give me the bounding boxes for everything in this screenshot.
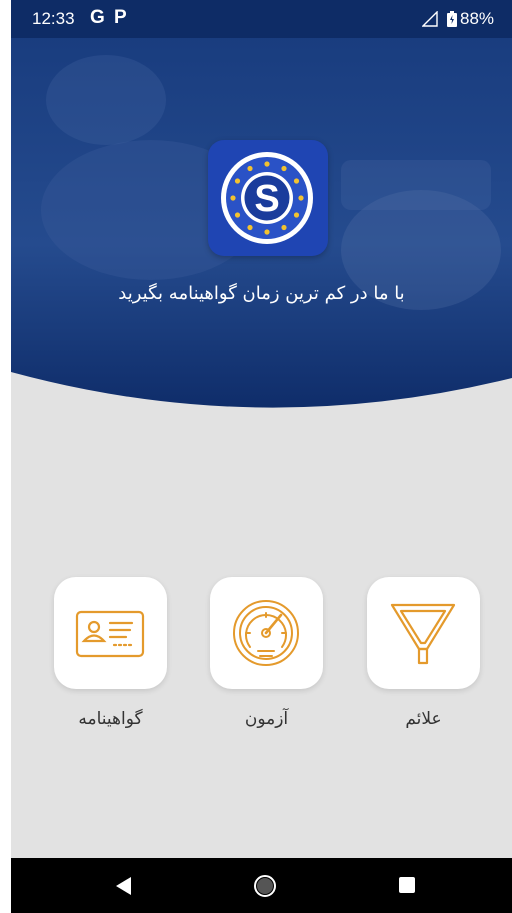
hero-header: S با ما در کم ترین زمان گواهینامه بگیرید xyxy=(11,0,512,420)
exam-tile[interactable] xyxy=(210,577,323,689)
license-label[interactable]: گواهینامه xyxy=(54,709,167,729)
exam-label[interactable]: آزمون xyxy=(210,709,323,729)
license-card-icon xyxy=(75,610,145,658)
signs-tile[interactable] xyxy=(367,577,480,689)
logo-emblem-icon: S xyxy=(221,152,313,244)
battery-icon xyxy=(447,11,457,27)
battery-percent: 88% xyxy=(460,9,495,28)
recent-apps-icon[interactable] xyxy=(399,877,415,893)
home-icon[interactable] xyxy=(254,875,276,897)
google-icon: G xyxy=(90,7,105,28)
status-time: 12:33 xyxy=(32,9,75,28)
license-tile[interactable] xyxy=(54,577,167,689)
speedometer-icon xyxy=(233,600,299,666)
logo-letter: S xyxy=(254,178,279,220)
notification-p-icon: P xyxy=(114,7,127,28)
back-icon[interactable] xyxy=(115,876,133,896)
tagline-text: با ما در کم ترین زمان گواهینامه بگیرید xyxy=(118,283,405,304)
app-screen: 12:33 G P 88% S با ما در کم ترین زمان گو… xyxy=(11,0,512,913)
navigation-bar xyxy=(11,858,512,913)
status-bar: 12:33 G P 88% xyxy=(11,0,512,38)
app-logo: S xyxy=(208,140,328,256)
yield-sign-icon xyxy=(390,603,456,665)
signal-icon xyxy=(422,11,438,27)
signs-label[interactable]: علائم xyxy=(367,709,480,729)
